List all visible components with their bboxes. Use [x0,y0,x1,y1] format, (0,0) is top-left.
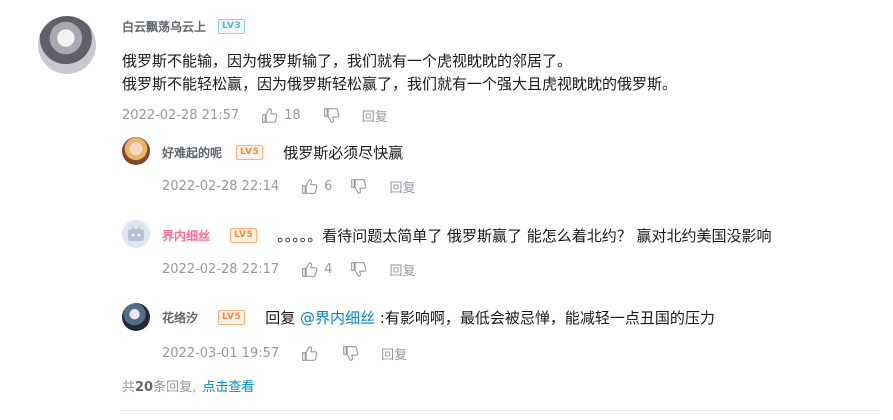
username[interactable]: 白云飘荡乌云上 [122,18,206,35]
reply-summary: 共20条回复, 点击查看 [122,376,254,395]
tv-icon [128,226,144,241]
thumbs-down-icon [351,262,367,277]
reply-button[interactable]: 回复 [362,106,388,125]
comment-line: 俄罗斯不能轻松赢，因为俄罗斯轻松赢了，我们就有一个强大且虎视眈眈的俄罗斯。 [122,75,678,93]
timestamp: 2022-02-28 22:17 [162,262,280,277]
avatar[interactable] [122,303,150,331]
like-button[interactable]: 18 [261,107,301,124]
avatar[interactable] [38,16,96,74]
level-badge: LV5 [236,145,264,160]
reply-meta: 2022-02-28 22:14 6 回复 [162,177,415,196]
dislike-button[interactable] [342,345,359,362]
mention-link[interactable]: @界内细丝 [300,309,375,327]
comment-line: 俄罗斯不能输，因为俄罗斯输了，我们就有一个虎视眈眈的邻居了。 [122,52,573,70]
thumbs-down-icon [323,108,340,123]
reply-prefix: 回复 [265,309,296,327]
level-badge: LV5 [218,310,246,325]
thumbs-up-icon [302,179,318,194]
thumbs-up-icon [302,262,318,277]
dislike-button[interactable] [323,107,340,124]
thumbs-up-icon [262,108,278,123]
reply-text: 俄罗斯必须尽快赢 [283,144,404,162]
username[interactable]: 界内细丝 [162,227,210,244]
reply-body: :有影响啊，最低会被忌惮，能减轻一点丑国的压力 [379,309,715,327]
summary-prefix: 共 [122,380,136,395]
comment-meta: 2022-02-28 21:57 18 回复 [122,106,388,125]
like-count: 6 [324,179,333,194]
reply-text: 。。。。。看待问题太简单了 俄罗斯赢了 能怎么着北约？ 赢对北约美国没影响 [277,227,772,245]
username[interactable]: 花络汐 [162,309,198,326]
timestamp: 2022-02-28 22:14 [162,179,280,194]
reply-button[interactable]: 回复 [389,177,415,196]
like-button[interactable]: 4 [301,261,332,278]
reply-meta: 2022-03-01 19:57 回复 [162,344,407,363]
dislike-button[interactable] [350,178,367,195]
level-badge: LV5 [230,228,258,243]
thumbs-down-icon [343,346,359,361]
avatar[interactable] [122,137,150,165]
thumbs-down-icon [351,179,367,194]
like-count: 4 [324,262,333,277]
dislike-button[interactable] [350,261,367,278]
like-button[interactable]: 6 [301,178,332,195]
view-all-replies-link[interactable]: 点击查看 [202,380,254,395]
reply-button[interactable]: 回复 [389,260,415,279]
reply-text: 回复 @界内细丝 :有影响啊，最低会被忌惮，能减轻一点丑国的压力 [265,307,715,328]
summary-suffix: 条回复, [153,380,197,395]
username[interactable]: 好难起的呢 [162,144,222,161]
reply-count: 20 [135,380,154,395]
avatar[interactable] [122,220,150,248]
level-badge: LV3 [218,19,246,34]
comment-text: 俄罗斯不能输，因为俄罗斯输了，我们就有一个虎视眈眈的邻居了。 俄罗斯不能轻松赢，… [122,50,677,96]
divider [120,410,880,411]
like-button[interactable] [301,345,324,362]
thumbs-up-icon [302,346,318,361]
timestamp: 2022-02-28 21:57 [122,108,240,123]
reply-button[interactable]: 回复 [381,344,407,363]
like-count: 18 [284,108,301,123]
reply-meta: 2022-02-28 22:17 4 回复 [162,260,415,279]
timestamp: 2022-03-01 19:57 [162,346,280,361]
